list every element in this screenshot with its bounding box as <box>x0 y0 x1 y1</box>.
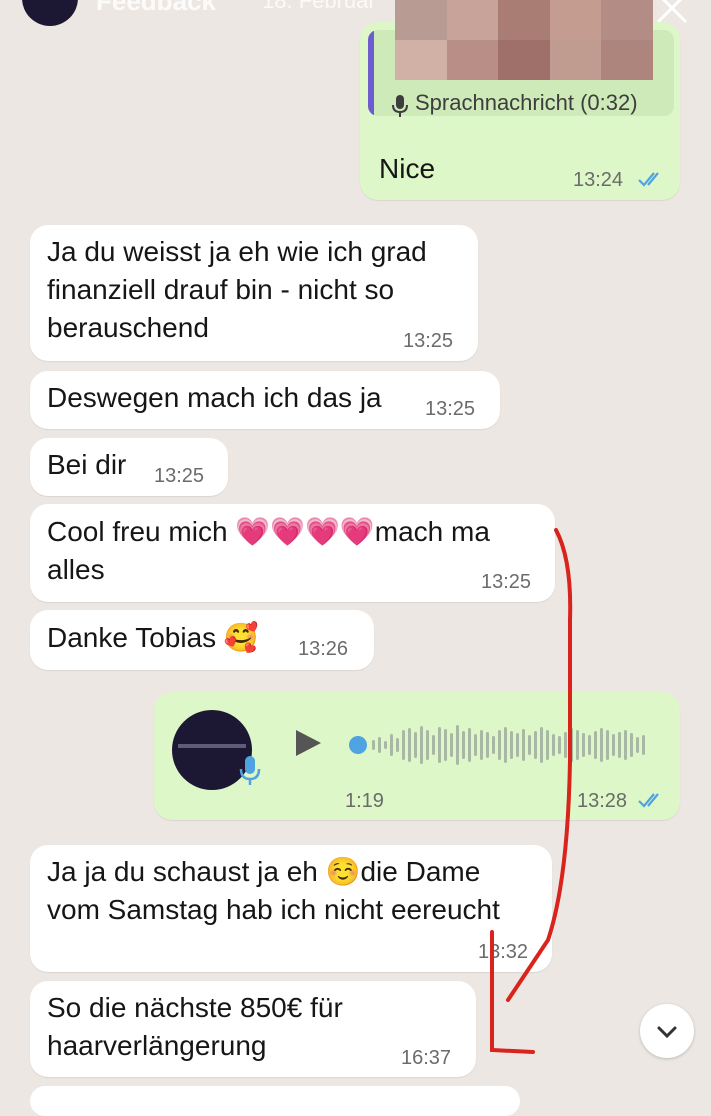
waveform-bar <box>420 726 423 764</box>
message-text: Ja ja du schaust ja eh ☺️die Dame vom Sa… <box>47 856 500 925</box>
contact-name[interactable]: Feedback <box>96 0 216 17</box>
waveform-bar <box>606 730 609 760</box>
waveform-bar <box>438 727 441 763</box>
message-time: 13:28 <box>577 790 628 812</box>
quote-accent-bar <box>368 30 374 116</box>
waveform-bar <box>618 732 621 758</box>
waveform-bar <box>600 728 603 762</box>
waveform-bar <box>486 732 489 758</box>
waveform-bar <box>456 725 459 765</box>
waveform-bar <box>612 734 615 756</box>
waveform-bar <box>636 737 639 753</box>
waveform-bar <box>468 728 471 762</box>
waveform-bar <box>444 729 447 761</box>
message-time: 16:37 <box>401 1047 452 1069</box>
waveform-bar <box>480 730 483 760</box>
message-time: 13:25 <box>154 465 205 487</box>
waveform-bar <box>546 730 549 760</box>
waveform-bar <box>510 731 513 759</box>
waveform-bar <box>408 728 411 762</box>
waveform-bar <box>396 738 399 752</box>
waveform-bar <box>372 740 375 750</box>
read-receipt-icon <box>638 172 659 187</box>
pixelated-image <box>395 0 653 80</box>
waveform-bar <box>504 727 507 763</box>
message-text: Cool freu mich 💗💗💗💗mach ma alles <box>47 516 490 585</box>
message-time: 13:25 <box>403 330 454 352</box>
waveform-bar <box>630 733 633 757</box>
waveform-bar <box>564 732 567 758</box>
waveform-bar <box>522 729 525 761</box>
avatar-logo-text <box>178 744 246 748</box>
waveform-bar <box>498 730 501 760</box>
waveform-bar <box>516 733 519 757</box>
waveform-bar <box>540 727 543 763</box>
waveform-bar <box>402 730 405 760</box>
waveform-bar <box>558 736 561 754</box>
waveform-bar <box>528 735 531 755</box>
waveform-bar <box>594 731 597 759</box>
waveform-bar <box>570 728 573 762</box>
chevron-down-icon[interactable] <box>655 1020 679 1044</box>
waveform-bar <box>462 731 465 759</box>
waveform-bar <box>534 731 537 759</box>
message-text: Deswegen mach ich das ja <box>47 382 382 413</box>
message-time: 13:24 <box>573 169 624 191</box>
mic-icon <box>239 756 261 785</box>
message-text: So die nächste 850€ für haarverlängerung <box>47 992 343 1061</box>
message-time: 13:32 <box>478 941 529 963</box>
waveform-bar <box>492 736 495 754</box>
play-icon[interactable] <box>292 727 324 759</box>
waveform-bar <box>432 735 435 755</box>
waveform-bar <box>582 733 585 757</box>
message-text: Bei dir <box>47 449 127 480</box>
message-text: Ja du weisst ja eh wie ich grad finanzie… <box>47 236 427 343</box>
mic-icon <box>392 95 408 117</box>
read-receipt-icon <box>638 793 659 808</box>
waveform-bar <box>390 734 393 756</box>
contact-avatar[interactable] <box>22 0 78 26</box>
waveform-bar <box>378 737 381 753</box>
message-time: 13:26 <box>298 638 349 660</box>
header-date: 18. Februar <box>262 0 376 13</box>
waveform-bar <box>474 734 477 756</box>
message-text: Nice <box>379 153 436 184</box>
waveform-bar <box>624 730 627 760</box>
message-time: 13:25 <box>481 571 532 593</box>
waveform-bar <box>414 732 417 758</box>
message-time: 13:25 <box>425 398 476 420</box>
waveform[interactable] <box>346 722 656 768</box>
waveform-bar <box>588 735 591 755</box>
waveform-bar <box>552 734 555 756</box>
playback-position-dot[interactable] <box>349 736 367 754</box>
message-text: Danke Tobias 🥰 <box>47 622 259 653</box>
waveform-bar <box>576 730 579 760</box>
quoted-voice-label: Sprachnachricht (0:32) <box>415 90 638 115</box>
waveform-bar <box>426 730 429 760</box>
waveform-bar <box>642 735 645 755</box>
voice-duration: 1:19 <box>345 790 384 812</box>
waveform-bar <box>384 741 387 749</box>
message-bubble-incoming[interactable] <box>30 1086 520 1116</box>
waveform-bar <box>450 733 453 757</box>
